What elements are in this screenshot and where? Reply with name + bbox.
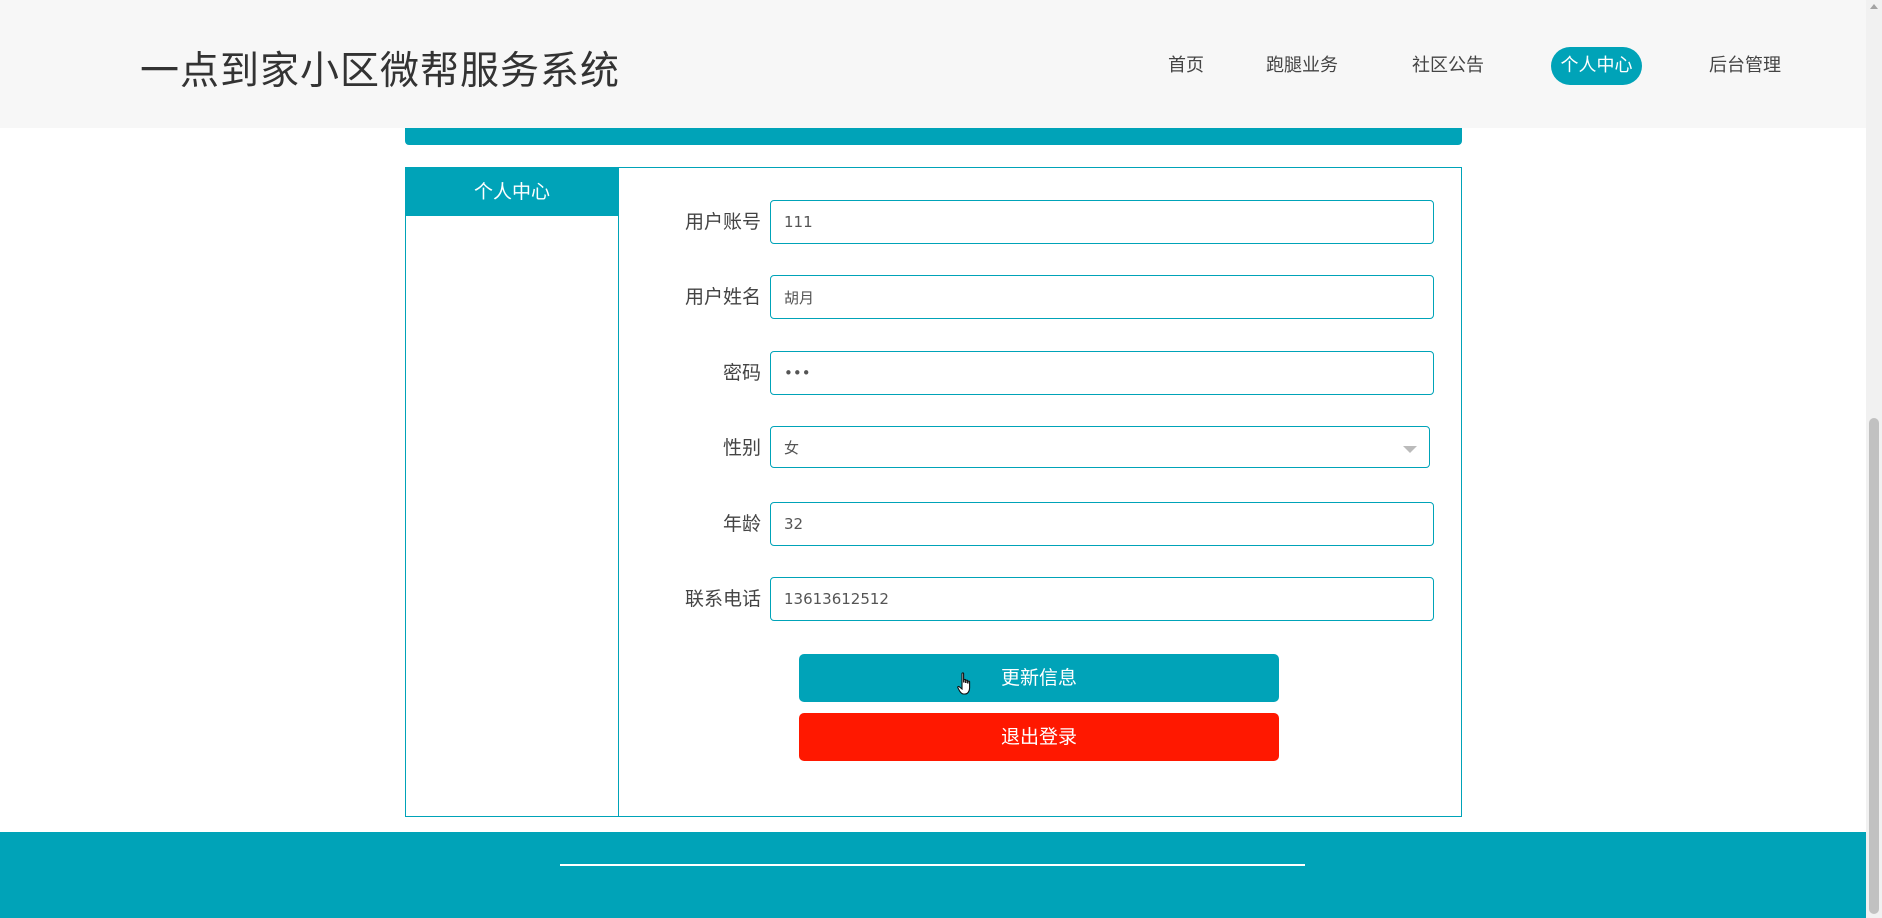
content-top-bar xyxy=(405,128,1462,145)
nav-home[interactable]: 首页 xyxy=(1154,47,1218,85)
account-label: 用户账号 xyxy=(684,211,761,233)
account-input[interactable] xyxy=(770,200,1434,244)
age-input[interactable] xyxy=(770,502,1434,546)
form-row-gender: 性别 女 xyxy=(618,426,1461,470)
form-row-age: 年龄 xyxy=(618,502,1461,546)
name-input[interactable] xyxy=(770,275,1434,319)
gender-select[interactable]: 女 xyxy=(770,426,1432,470)
nav-admin[interactable]: 后台管理 xyxy=(1706,47,1784,85)
phone-input[interactable] xyxy=(770,577,1434,621)
site-header: 一点到家小区微帮服务系统 首页 跑腿业务 社区公告 个人中心 后台管理 xyxy=(0,0,1866,128)
name-label: 用户姓名 xyxy=(684,286,761,308)
sidebar-title[interactable]: 个人中心 xyxy=(406,168,618,216)
gender-select-box[interactable]: 女 xyxy=(770,426,1430,468)
form-row-account: 用户账号 xyxy=(618,200,1461,244)
scroll-up-icon[interactable] xyxy=(1870,4,1878,9)
nav-community-notice[interactable]: 社区公告 xyxy=(1410,47,1486,85)
footer-divider xyxy=(560,864,1305,866)
update-info-button[interactable]: 更新信息 xyxy=(799,654,1279,702)
age-label: 年龄 xyxy=(722,513,761,535)
form-row-password: 密码 xyxy=(618,351,1461,395)
gender-label: 性别 xyxy=(722,437,761,459)
form-row-name: 用户姓名 xyxy=(618,275,1461,319)
nav-personal-center[interactable]: 个人中心 xyxy=(1551,47,1642,85)
password-input[interactable] xyxy=(770,351,1434,395)
main-nav: 首页 跑腿业务 社区公告 个人中心 后台管理 xyxy=(0,47,1866,85)
nav-errand-business[interactable]: 跑腿业务 xyxy=(1266,47,1338,85)
sidebar: 个人中心 xyxy=(406,168,619,816)
page-scrollbar[interactable] xyxy=(1866,0,1882,918)
logout-button[interactable]: 退出登录 xyxy=(799,713,1279,761)
hand-cursor-icon xyxy=(957,672,971,695)
gender-value: 女 xyxy=(784,439,800,457)
site-footer xyxy=(0,832,1866,918)
form-row-phone: 联系电话 xyxy=(618,577,1461,621)
phone-label: 联系电话 xyxy=(684,588,761,610)
scrollbar-thumb[interactable] xyxy=(1869,418,1879,914)
password-label: 密码 xyxy=(722,362,761,384)
chevron-down-icon[interactable] xyxy=(1403,446,1417,453)
